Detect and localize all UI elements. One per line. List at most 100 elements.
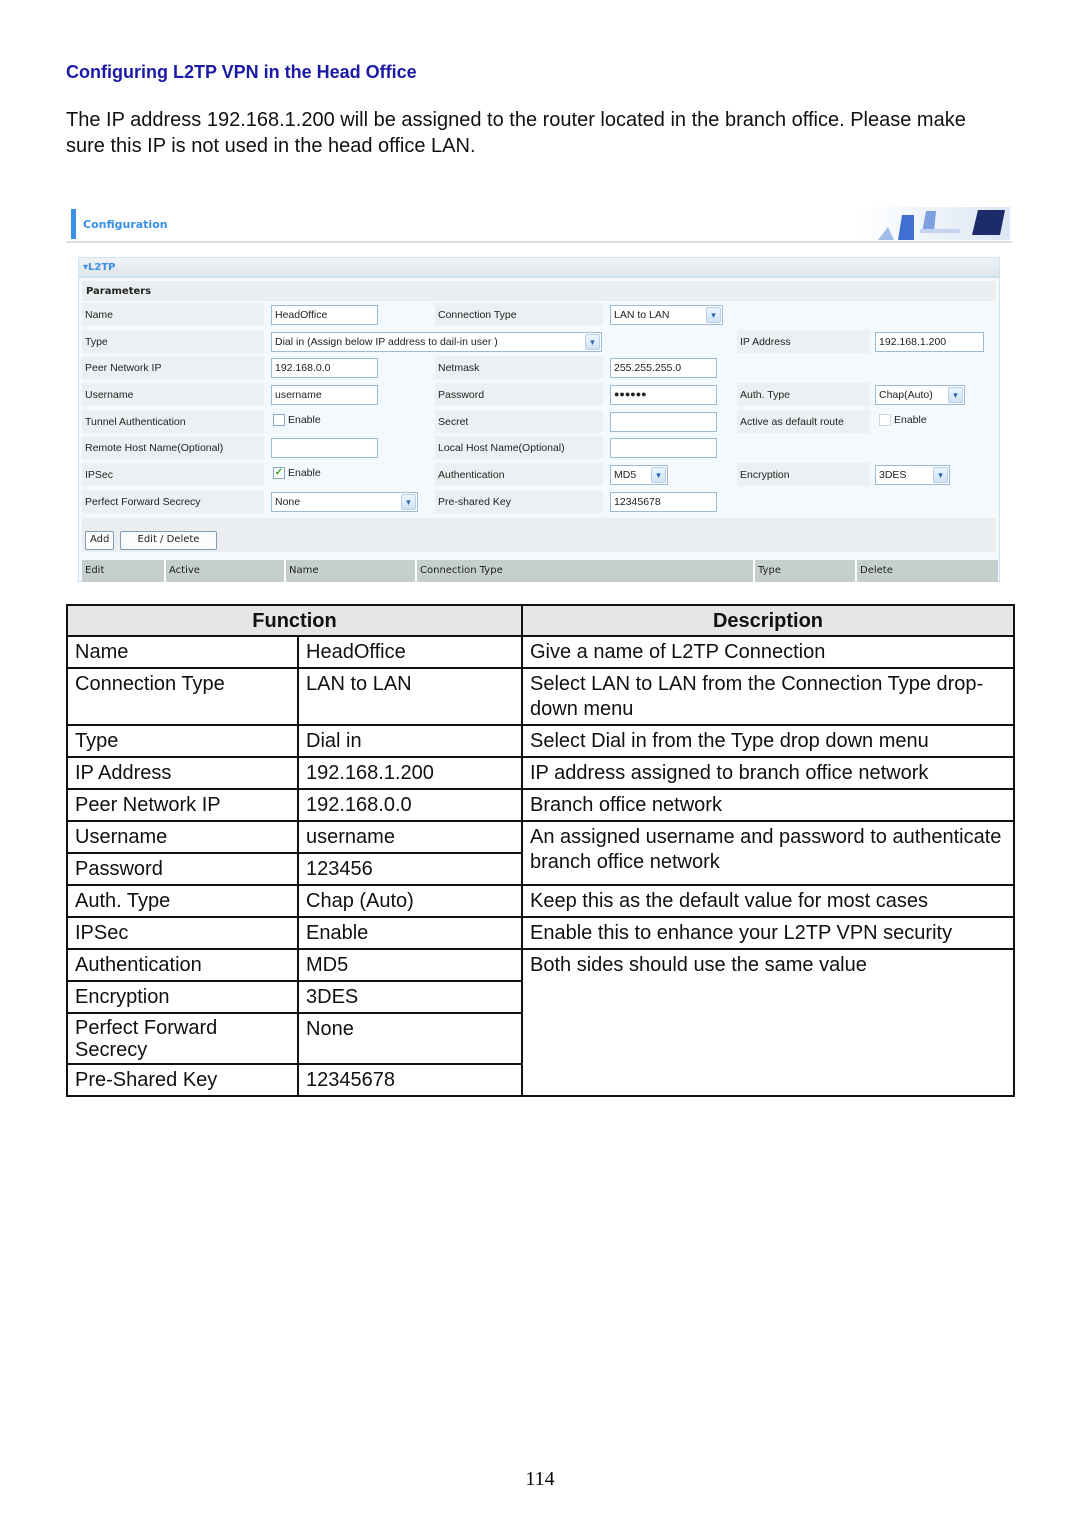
col-edit: Edit [82,559,166,582]
pfs-select[interactable]: None ▾ [271,491,418,512]
label-netmask: Netmask [435,356,603,380]
connection-type-value: LAN to LAN [614,309,670,321]
secret-input[interactable] [610,411,717,432]
l2tp-panel: ▾L2TP Parameters Name HeadOffice Connect… [78,257,1000,582]
function-name: IP Address [66,756,299,790]
name-input[interactable]: HeadOffice [271,305,378,325]
config-title-bar: Configuration [66,207,1012,243]
chevron-down-icon: ▾ [401,493,416,510]
header-description: Description [521,604,1015,637]
table-row: Name HeadOffice Give a name of L2TP Conn… [66,635,1015,669]
l2tp-section-title: L2TP [88,262,116,273]
office-banner-icon [860,207,1010,240]
table-row: Username username An assigned username a… [66,820,1015,886]
function-value: Enable [297,916,523,950]
table-header-row: Function Description [66,604,1015,637]
add-button[interactable]: Add [85,530,115,550]
function-name: Encryption [66,980,299,1014]
function-name: Password [66,852,299,886]
function-name: Peer Network IP [66,788,299,822]
function-value: None [297,1012,523,1065]
default-route-enable[interactable]: Enable [879,413,927,426]
function-name: Pre-Shared Key [66,1063,299,1097]
col-active: Active [166,559,286,582]
type-select[interactable]: Dial in (Assign below IP address to dail… [271,331,602,352]
col-name: Name [286,559,417,582]
col-type: Type [755,559,857,582]
page-number: 114 [525,1468,555,1490]
param-row-ipsec: IPSec ✓ Enable Authentication MD5 ▾ Encr… [82,461,996,488]
table-row: Connection Type LAN to LAN Select LAN to… [66,667,1015,726]
password-input[interactable]: ●●●●●● [610,385,717,406]
auth-type-value: Chap(Auto) [879,389,933,402]
authentication-select[interactable]: MD5 ▾ [610,465,668,486]
function-description: Select Dial in from the Type drop down m… [521,724,1015,758]
function-description: An assigned username and password to aut… [521,820,1015,886]
function-name: Connection Type [66,667,299,726]
label-perfect-forward-secrecy: Perfect Forward Secrecy [82,489,264,513]
label-local-host-name: Local Host Name(Optional) [435,436,603,460]
default-route-checkbox[interactable] [879,413,891,426]
connection-list-header: Edit Active Name Connection Type Type De… [82,559,998,582]
function-value: Chap (Auto) [297,884,523,918]
label-remote-host-name: Remote Host Name(Optional) [82,436,264,460]
intro-paragraph: The IP address 192.168.1.200 will be ass… [66,109,966,157]
ipsec-checkbox-checked-icon[interactable]: ✓ [273,467,285,480]
chevron-down-icon: ▾ [933,467,948,484]
function-value: 12345678 [297,1063,523,1097]
config-title: Configuration [83,218,168,231]
local-host-name-input[interactable] [610,438,717,459]
netmask-input[interactable]: 255.255.255.0 [610,358,717,379]
function-name: Username [66,820,299,854]
function-description: Keep this as the default value for most … [521,884,1015,918]
authentication-value: MD5 [614,469,637,482]
function-description: Select LAN to LAN from the Connection Ty… [521,667,1015,726]
ipsec-enable[interactable]: ✓ Enable [273,467,321,480]
tunnel-auth-checkbox[interactable] [273,413,285,426]
function-description: IP address assigned to branch office net… [521,756,1015,790]
label-authentication: Authentication [435,463,603,487]
tunnel-auth-enable[interactable]: Enable [273,413,321,426]
label-tunnel-authentication: Tunnel Authentication [82,409,264,433]
header-function: Function [66,604,523,637]
connection-type-select[interactable]: LAN to LAN ▾ [610,305,723,325]
chevron-down-icon: ▾ [948,387,963,404]
function-description: Enable this to enhance your L2TP VPN sec… [521,916,1015,950]
ipsec-enable-label: Enable [288,467,321,480]
function-value: HeadOffice [297,635,523,669]
label-type: Type [82,329,264,353]
col-connection-type: Connection Type [417,559,755,582]
function-value: MD5 [297,948,523,982]
function-description-table: Function Description Name HeadOffice Giv… [66,604,1015,1097]
table-row: Peer Network IP 192.168.0.0 Branch offic… [66,788,1015,822]
chevron-down-icon: ▾ [651,467,666,484]
auth-type-select[interactable]: Chap(Auto) ▾ [875,385,965,406]
table-row: Type Dial in Select Dial in from the Typ… [66,724,1015,758]
l2tp-section-header[interactable]: ▾L2TP [79,258,999,278]
label-auth-type: Auth. Type [737,383,870,407]
encryption-select[interactable]: 3DES ▾ [875,465,950,486]
col-delete: Delete [857,559,998,582]
function-value: 3DES [297,980,523,1014]
pre-shared-key-input[interactable]: 12345678 [610,491,717,512]
edit-delete-button[interactable]: Edit / Delete [120,530,217,550]
parameters-header: Parameters [82,281,996,301]
peer-network-ip-input[interactable]: 192.168.0.0 [271,358,378,379]
username-input[interactable]: username [271,385,378,406]
ip-address-input[interactable]: 192.168.1.200 [875,331,984,352]
default-route-enable-label: Enable [894,413,927,426]
label-pre-shared-key: Pre-shared Key [435,489,603,513]
tunnel-auth-enable-label: Enable [288,413,321,426]
label-username: Username [82,383,264,407]
label-active-default-route: Active as default route [737,409,870,433]
function-value: username [297,820,523,854]
label-peer-network-ip: Peer Network IP [82,356,264,380]
remote-host-name-input[interactable] [271,438,378,459]
param-row-type: Type Dial in (Assign below IP address to… [82,328,996,355]
label-connection-type: Connection Type [435,303,603,326]
label-secret: Secret [435,409,603,433]
action-buttons: Add Edit / Delete [82,517,996,552]
chevron-down-icon: ▾ [585,333,600,350]
label-ip-address: IP Address [737,329,870,353]
table-row: Authentication MD5 Both sides should use… [66,948,1015,1097]
